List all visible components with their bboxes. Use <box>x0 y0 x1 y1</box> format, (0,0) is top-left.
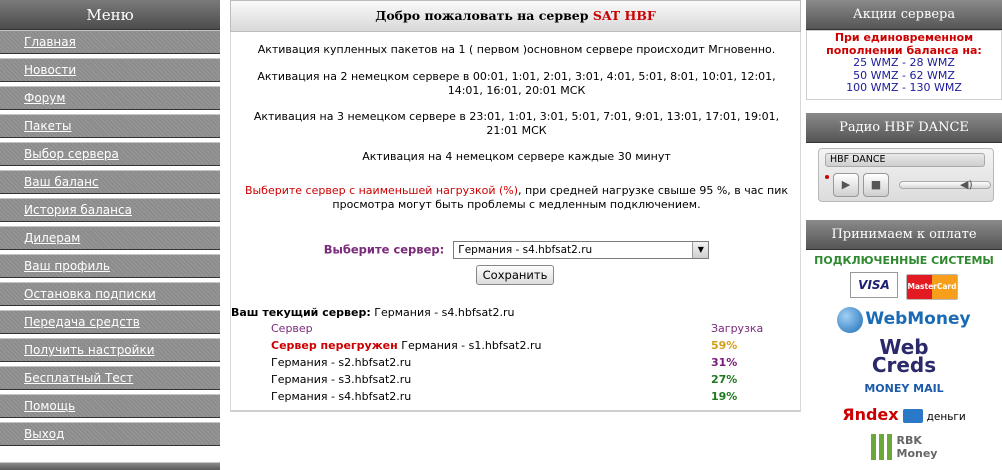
webmoney-logo: WebMoney <box>806 306 1002 333</box>
load-value: 27% <box>711 373 738 386</box>
left-menu: Меню Главная Новости Форум Пакеты Выбор … <box>0 0 220 470</box>
menu-item-packages[interactable]: Пакеты <box>0 114 220 138</box>
mastercard-logo: MasterCard <box>906 274 958 300</box>
activation-2: Активация на 2 немецком сервере в 00:01,… <box>231 70 802 98</box>
activation-2-line-2: 14:01, 16:01, 20:01 МСК <box>447 84 586 97</box>
speaker-icon: ◀) <box>960 178 973 191</box>
right-sidebar: Акции сервера При единовременном пополне… <box>806 0 1002 470</box>
server-name: Германия - s1.hbfsat2.ru <box>401 339 542 352</box>
welcome-header: Добро пожаловать на сервер SAT HBF <box>230 0 801 32</box>
yandex-money-logo: Яndex деньги <box>806 405 1002 427</box>
radio-player: HBF DANCE ▶ ■ ◀) <box>818 148 994 202</box>
table-row: Германия - s4.hbfsat2.ru 19% <box>231 388 802 405</box>
connected-systems: ПОДКЛЮЧЕННЫЕ СИСТЕМЫ <box>814 254 994 267</box>
column-server: Сервер <box>271 322 313 335</box>
stop-icon: ■ <box>870 178 882 191</box>
stop-button[interactable]: ■ <box>863 173 889 197</box>
menu-item-transfer-funds[interactable]: Передача средств <box>0 310 220 334</box>
activation-2-line-1: Активация на 2 немецком сервере в 00:01,… <box>257 70 776 83</box>
table-row: Германия - s3.hbfsat2.ru 27% <box>231 371 802 388</box>
menu-item-server-select[interactable]: Выбор сервера <box>0 142 220 166</box>
rbk-text-2: Money <box>896 447 938 460</box>
activation-3-line-1: Активация на 3 немецком сервере в 23:01,… <box>253 110 780 123</box>
table-row: Сервер перегружен Германия - s1.hbfsat2.… <box>231 337 802 354</box>
yandex-text: Яndex <box>842 405 899 424</box>
activation-4: Активация на 4 немецком сервере каждые 3… <box>362 150 671 163</box>
menu-item-balance-history[interactable]: История баланса <box>0 198 220 222</box>
moneymail-text: MONEY MAIL <box>864 382 944 395</box>
main-content: Активация купленных пакетов на 1 ( перво… <box>230 32 801 412</box>
webmoney-text: WebMoney <box>865 309 971 329</box>
visa-logo: VISA <box>850 272 898 298</box>
menu-item-stop-subscription[interactable]: Остановка подписки <box>0 282 220 306</box>
table-header: Сервер Загрузка <box>231 320 802 337</box>
promo-line-3: 100 WMZ - 130 WMZ <box>846 81 962 94</box>
menu-item-logout[interactable]: Выход <box>0 422 220 446</box>
record-dot-icon <box>825 175 829 179</box>
save-button[interactable]: Сохранить <box>476 265 554 285</box>
load-warning-line-1: Выберите сервер с наименьшей нагрузкой (… <box>231 184 802 198</box>
menu-item-balance[interactable]: Ваш баланс <box>0 170 220 194</box>
webcreds-line-2: Creds <box>871 353 937 377</box>
welcome-text: Добро пожаловать на сервер <box>375 8 589 23</box>
webcreds-logo: Web Creds <box>806 337 1002 377</box>
server-select[interactable]: Германия - s4.hbfsat2.ru ▼ <box>453 240 710 259</box>
menu-item-home[interactable]: Главная <box>0 30 220 54</box>
server-name: Германия - s2.hbfsat2.ru <box>271 356 412 369</box>
load-warning-line-2: просмотра могут быть проблемы с медленны… <box>332 198 701 211</box>
rbk-money-logo: RBK Money <box>806 434 1002 460</box>
load-value: 59% <box>711 339 738 352</box>
load-warning-highlight: Выберите сервер с наименьшей нагрузкой (… <box>244 184 519 197</box>
menu-item-profile[interactable]: Ваш профиль <box>0 254 220 278</box>
activation-3-line-2: 21:01 МСК <box>486 124 547 137</box>
server-name: Германия - s4.hbfsat2.ru <box>271 390 412 403</box>
promo-box: При единовременном пополнении баланса на… <box>806 30 1002 100</box>
table-row: Германия - s2.hbfsat2.ru 31% <box>231 354 802 371</box>
volume-slider[interactable]: ◀) <box>899 178 991 191</box>
rbk-text: RBK Money <box>897 434 938 460</box>
menu-item-news[interactable]: Новости <box>0 58 220 82</box>
main-panel: Добро пожаловать на сервер SAT HBF Актив… <box>230 0 801 412</box>
menu-item-get-settings[interactable]: Получить настройки <box>0 338 220 362</box>
radio-header: Радио HBF DANCE <box>806 113 1002 143</box>
webmoney-globe-icon <box>837 306 864 333</box>
current-server-value: Германия - s4.hbfsat2.ru <box>374 306 515 319</box>
play-icon: ▶ <box>841 178 851 191</box>
load-warning-rest: , при средней нагрузке свыше 95 %, в час… <box>518 184 789 197</box>
current-server-label: Ваш текущий сервер: <box>231 306 371 319</box>
server-select-row: Выберите сервер: Германия - s4.hbfsat2.r… <box>231 239 802 259</box>
promo-line-1: 25 WMZ - 28 WMZ <box>853 56 955 69</box>
wallet-icon <box>902 408 923 423</box>
menu-item-forum[interactable]: Форум <box>0 86 220 110</box>
payment-header: Принимаем к оплате <box>806 220 1002 250</box>
menu-bottom-bar <box>0 462 220 470</box>
yandex-money-text: деньги <box>926 411 966 423</box>
load-value: 31% <box>711 356 738 369</box>
menu-item-free-test[interactable]: Бесплатный Тест <box>0 366 220 390</box>
card-logos: VISA MasterCard <box>806 272 1002 300</box>
chevron-down-icon[interactable]: ▼ <box>692 241 709 258</box>
overloaded-label: Сервер перегружен <box>271 339 398 352</box>
menu-title: Меню <box>0 0 220 30</box>
menu-item-dealers[interactable]: Дилерам <box>0 226 220 250</box>
activation-1: Активация купленных пакетов на 1 ( перво… <box>257 43 776 56</box>
server-select-label: Выберите сервер: <box>323 242 445 257</box>
rbk-text-1: RBK <box>896 434 922 447</box>
rbk-icon <box>870 434 893 460</box>
promo-heading-1: При единовременном <box>834 31 974 44</box>
server-select-value: Германия - s4.hbfsat2.ru <box>458 243 593 256</box>
play-button[interactable]: ▶ <box>833 173 859 197</box>
brand-name: SAT HBF <box>592 8 656 23</box>
server-name: Германия - s3.hbfsat2.ru <box>271 373 412 386</box>
load-warning: Выберите сервер с наименьшей нагрузкой (… <box>231 184 802 212</box>
player-station: HBF DANCE <box>825 153 985 167</box>
activation-3: Активация на 3 немецком сервере в 23:01,… <box>231 110 802 138</box>
server-cell: Сервер перегружен Германия - s1.hbfsat2.… <box>271 337 541 354</box>
promo-header: Акции сервера <box>806 0 1002 30</box>
current-server: Ваш текущий сервер: Германия - s4.hbfsat… <box>231 306 515 320</box>
menu-item-help[interactable]: Помощь <box>0 394 220 418</box>
moneymail-logo: MONEY MAIL <box>806 377 1002 397</box>
load-value: 19% <box>711 390 738 403</box>
column-load: Загрузка <box>711 322 764 335</box>
